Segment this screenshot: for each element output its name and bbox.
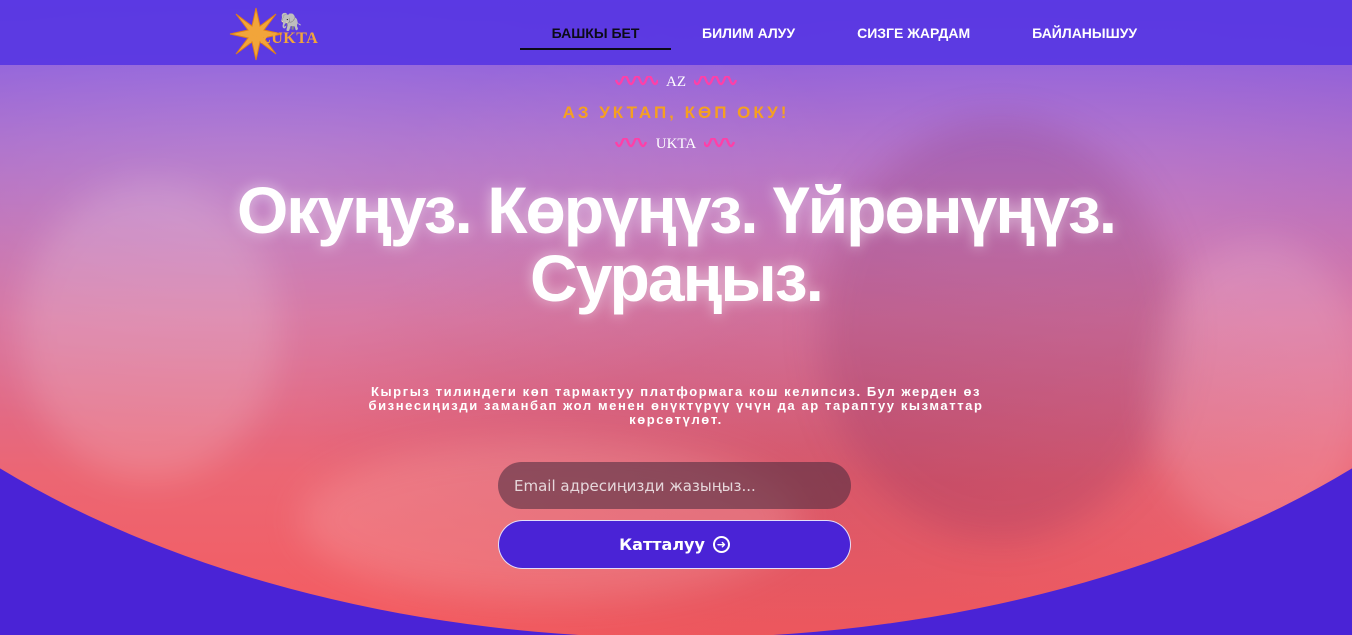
tag-bottom-text: UKTA — [655, 136, 697, 152]
nav-item-contact[interactable]: БАЙЛАНЫШУУ — [1001, 0, 1168, 50]
hero-headline: Окуңуз. Көрүңүз. Үйрөнүңүз. Сураңыз. — [236, 173, 1117, 315]
site-logo[interactable]: 🐘 AZUKTA — [228, 6, 332, 62]
email-input[interactable] — [498, 462, 851, 509]
tag-top-text: AZ — [666, 74, 686, 90]
wave-squiggle-icon — [614, 75, 658, 85]
wave-squiggle-icon — [694, 75, 738, 85]
signup-button[interactable]: Катталуу ➜ — [498, 520, 851, 569]
site-header: 🐘 AZUKTA БАШКЫ БЕТ БИЛИМ АЛУУ СИЗГЕ ЖАРД… — [0, 0, 1352, 65]
wave-squiggle-icon — [704, 137, 736, 147]
logo-brand-text: AZUKTA — [248, 30, 319, 47]
wave-squiggle-icon — [614, 137, 647, 147]
main-nav: БАШКЫ БЕТ БИЛИМ АЛУУ СИЗГЕ ЖАРДАМ БАЙЛАН… — [520, 0, 1168, 65]
tag-row-top: AZ — [0, 74, 1352, 91]
hero-subtext: Кыргыз тилиндеги көп тармактуу платформа… — [368, 384, 984, 427]
hero-tagline: АЗ УКТАП, КӨП ОКУ! — [562, 103, 790, 122]
nav-item-help[interactable]: СИЗГЕ ЖАРДАМ — [826, 0, 1001, 50]
arrow-circle-right-icon: ➜ — [712, 536, 730, 553]
tag-row-bottom: UKTA — [0, 136, 1352, 153]
nav-item-learning[interactable]: БИЛИМ АЛУУ — [671, 0, 826, 50]
nav-item-home[interactable]: БАШКЫ БЕТ — [520, 0, 671, 50]
signup-button-label: Катталуу — [619, 535, 705, 554]
